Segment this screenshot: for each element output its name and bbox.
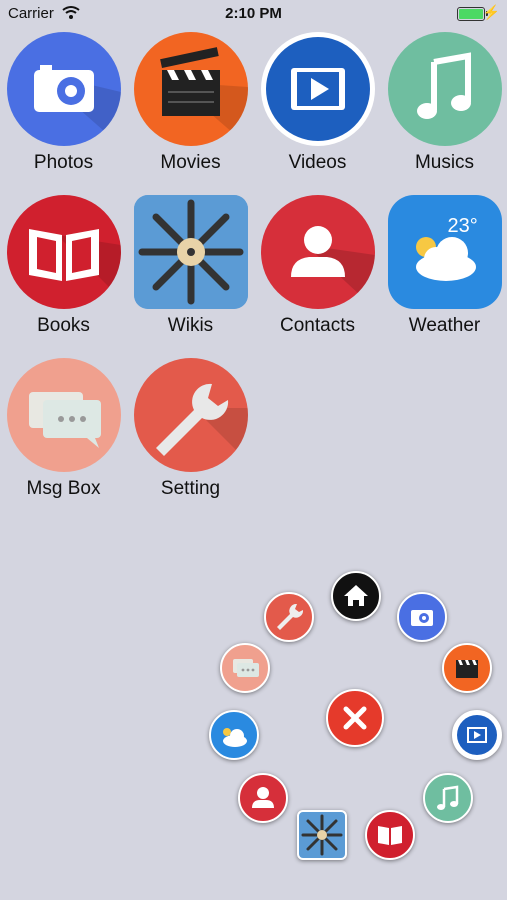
pencils-icon xyxy=(133,195,248,309)
app-msg-box[interactable]: Msg Box xyxy=(0,358,127,500)
music-note-icon xyxy=(437,785,459,810)
book-icon xyxy=(6,195,121,309)
message-icon xyxy=(6,358,121,472)
radial-msg-box-button[interactable] xyxy=(220,643,270,693)
weather-icon xyxy=(223,728,247,747)
radial-weather-button[interactable] xyxy=(209,710,259,760)
app-label: Photos xyxy=(33,152,94,173)
app-label: Setting xyxy=(160,478,221,499)
contact-icon xyxy=(260,195,375,309)
wrench-icon xyxy=(277,603,304,630)
home-icon xyxy=(344,585,368,606)
clapperboard-icon xyxy=(133,32,248,146)
app-label: Books xyxy=(37,315,90,336)
radial-setting-button[interactable] xyxy=(264,592,314,642)
radial-videos-button[interactable] xyxy=(452,710,502,760)
app-label: Contacts xyxy=(280,315,355,336)
app-label: Movies xyxy=(160,152,221,173)
message-icon xyxy=(233,659,259,677)
app-label: Videos xyxy=(288,152,347,173)
app-label: Msg Box xyxy=(26,478,101,499)
weather-icon: 23° xyxy=(387,195,502,309)
app-contacts[interactable]: Contacts xyxy=(254,195,381,337)
app-weather[interactable]: 23° Weather xyxy=(381,195,507,337)
app-musics[interactable]: Musics xyxy=(381,32,507,174)
book-icon xyxy=(378,826,402,845)
radial-wikis-button[interactable] xyxy=(297,810,347,860)
contact-icon xyxy=(252,787,274,808)
wrench-icon xyxy=(133,358,248,472)
camera-icon xyxy=(6,32,121,146)
radial-books-button[interactable] xyxy=(365,810,415,860)
battery-icon xyxy=(457,7,488,21)
radial-close-button[interactable] xyxy=(326,689,384,747)
app-videos[interactable]: Videos xyxy=(254,32,381,174)
app-wikis[interactable]: Wikis xyxy=(127,195,254,337)
radial-movies-button[interactable] xyxy=(442,643,492,693)
app-label: Musics xyxy=(414,152,475,173)
music-note-icon xyxy=(387,32,502,146)
app-photos[interactable]: Photos xyxy=(0,32,127,174)
clapperboard-icon xyxy=(456,660,478,678)
video-play-icon xyxy=(457,715,497,755)
radial-photos-button[interactable] xyxy=(397,592,447,642)
pencils-icon xyxy=(301,814,343,856)
app-books[interactable]: Books xyxy=(0,195,127,337)
status-bar: Carrier 2:10 PM ⚡ xyxy=(0,0,507,28)
app-label: Weather xyxy=(408,315,481,336)
app-setting[interactable]: Setting xyxy=(127,358,254,500)
close-icon xyxy=(343,706,367,730)
radial-home-button[interactable] xyxy=(331,571,381,621)
app-movies[interactable]: Movies xyxy=(127,32,254,174)
clock: 2:10 PM xyxy=(225,5,282,22)
temperature-label: 23° xyxy=(447,215,478,237)
app-label: Wikis xyxy=(167,315,214,336)
charging-icon: ⚡ xyxy=(482,4,500,20)
radial-contacts-button[interactable] xyxy=(238,773,288,823)
camera-icon xyxy=(411,610,433,626)
video-play-icon xyxy=(260,32,375,146)
radial-musics-button[interactable] xyxy=(423,773,473,823)
